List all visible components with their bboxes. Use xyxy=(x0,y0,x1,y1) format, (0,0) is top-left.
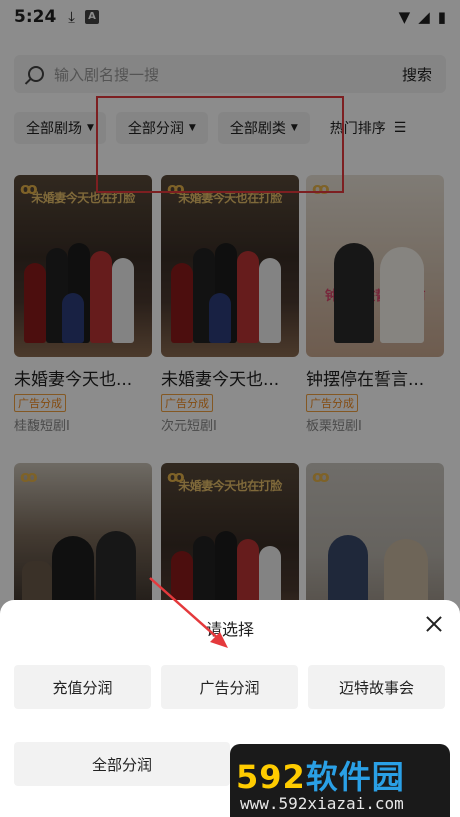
watermark-text: 软件园 xyxy=(305,758,405,796)
option-all-share[interactable]: 全部分润 xyxy=(14,742,230,786)
watermark-url: www.592xiazai.com xyxy=(240,794,404,813)
close-icon[interactable] xyxy=(424,614,444,634)
watermark-brand: 592软件园 xyxy=(236,752,405,798)
option-story-club[interactable]: 迈特故事会 xyxy=(308,665,445,709)
arrow-annotation xyxy=(149,577,228,648)
watermark: 592软件园 www.592xiazai.com xyxy=(230,744,450,817)
watermark-digits: 592 xyxy=(236,758,306,796)
option-ad-share[interactable]: 广告分润 xyxy=(161,665,298,709)
option-recharge-share[interactable]: 充值分润 xyxy=(14,665,151,709)
